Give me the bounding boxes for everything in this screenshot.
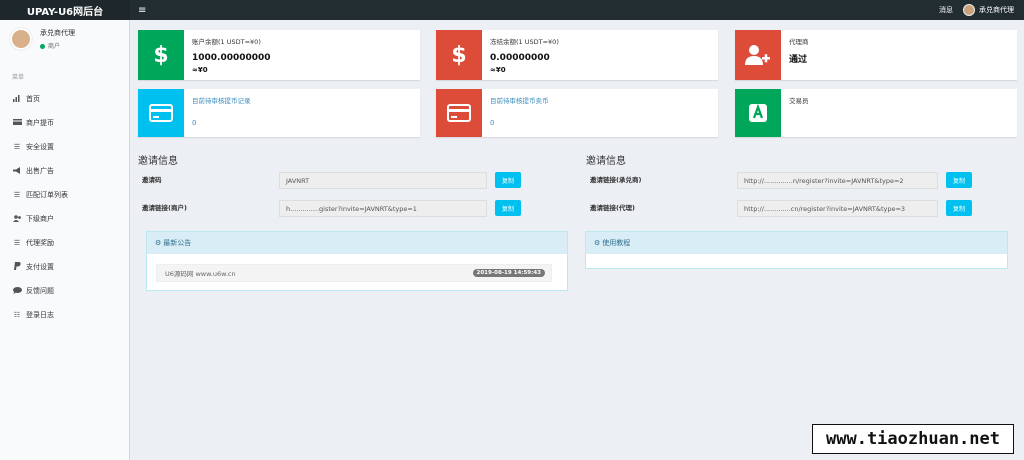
agent-link-label: 邀请链接(代理): [590, 204, 635, 212]
pending-sell-link[interactable]: 目前待审核提币卖币: [490, 95, 549, 105]
invite-code-field[interactable]: JAVNRT: [279, 172, 487, 189]
acceptor-link-label: 邀请链接(承兑商): [590, 176, 642, 184]
bar-chart-icon: [12, 94, 22, 104]
sidebar-item-security[interactable]: ☰ 安全设置: [0, 135, 129, 159]
announcement-title: 最新公告: [163, 239, 192, 247]
credit-card-icon: [436, 89, 482, 137]
comment-icon: [12, 286, 22, 296]
list-icon: ☰: [13, 239, 21, 247]
user-panel: 承兑商代理 商户: [0, 20, 129, 58]
users-icon: [12, 214, 22, 224]
sidebar: 承兑商代理 商户 菜单 首页 商户提币 ☰ 安全设置 出售广告 ☰ 匹配订单列表…: [0, 20, 130, 460]
sidebar-item-rewards[interactable]: ☰ 代理奖励: [0, 231, 129, 255]
trader-card[interactable]: 交易员: [735, 89, 1017, 137]
tutorial-header: ⚙ 使用教程: [586, 232, 1007, 254]
online-dot-icon: [40, 44, 45, 49]
credit-card-icon: [138, 89, 184, 137]
frozen-value: 0.00000000: [490, 53, 550, 63]
trader-icon: [735, 89, 781, 137]
card-icon: [12, 119, 22, 127]
frozen-card: $ 冻结余额(1 USDT=¥0) 0.00000000 ≈¥0: [436, 30, 718, 80]
invite-title-right: 邀请信息: [586, 156, 626, 167]
pending-withdraw-count: 0: [192, 119, 197, 127]
agent-card: 代理商 通过: [735, 30, 1017, 80]
avatar: [10, 28, 32, 50]
list-icon: ☰: [13, 191, 21, 199]
gears-icon: ⚙: [594, 239, 601, 247]
sidebar-item-label: 登录日志: [26, 311, 54, 319]
balance-label: 账户余额(1 USDT=¥0): [192, 38, 261, 46]
copy-invite-code-button[interactable]: 复制: [495, 172, 521, 188]
user-menu-name: 承兑商代理: [979, 6, 1014, 14]
sidebar-item-label: 支付设置: [26, 263, 54, 271]
pending-withdraw-link[interactable]: 目前待审核提币记录: [192, 95, 251, 105]
announcement-panel: ⚙ 最新公告 U6源码网 www.u6w.cn 2019-08-19 14:59:…: [146, 231, 568, 291]
acceptor-link-field[interactable]: http://..............n/register?invite=J…: [737, 172, 938, 189]
pending-sell-card[interactable]: 目前待审核提币卖币 0: [436, 89, 718, 137]
avatar: [963, 4, 975, 16]
paypal-icon: [12, 262, 22, 272]
pending-sell-count: 0: [490, 119, 495, 127]
sidebar-toggle-icon[interactable]: ≡: [138, 5, 146, 16]
watermark-text: www.tiaozhuan.net: [812, 424, 1014, 454]
copy-agent-link-button[interactable]: 复制: [946, 200, 972, 216]
sidebar-item-label: 下级商户: [26, 215, 54, 223]
balance-value: 1000.00000000: [192, 53, 271, 63]
sidebar-item-label: 匹配订单列表: [26, 191, 68, 199]
announcement-date-badge: 2019-08-19 14:59:43: [472, 269, 545, 277]
balance-cny: ≈¥0: [192, 66, 208, 74]
list-icon: ☷: [13, 311, 21, 319]
sidebar-item-withdraw[interactable]: 商户提币: [0, 111, 129, 135]
sidebar-item-label: 首页: [26, 95, 40, 103]
list-icon: ☰: [13, 143, 21, 151]
sidebar-item-label: 反馈问题: [26, 287, 54, 295]
menu-header: 菜单: [12, 74, 25, 81]
sidebar-item-label: 出售广告: [26, 167, 54, 175]
trader-label: 交易员: [789, 97, 809, 105]
announcement-text: U6源码网 www.u6w.cn: [165, 270, 236, 278]
copy-acceptor-link-button[interactable]: 复制: [946, 172, 972, 188]
app-logo[interactable]: UPAY-U6网后台: [0, 0, 130, 20]
frozen-label: 冻结余额(1 USDT=¥0): [490, 38, 559, 46]
navbar-right: 消息 承兑商代理: [939, 4, 1024, 16]
merchant-link-label: 邀请链接(商户): [142, 204, 187, 212]
sidebar-item-payment[interactable]: 支付设置: [0, 255, 129, 279]
pending-withdraw-card[interactable]: 目前待审核提币记录 0: [138, 89, 420, 137]
sidebar-item-sub-merchants[interactable]: 下级商户: [0, 207, 129, 231]
gears-icon: ⚙: [155, 239, 162, 247]
merchant-link-field[interactable]: h..............gister?invite=JAVNRT&type…: [279, 200, 487, 217]
user-menu[interactable]: 承兑商代理: [963, 4, 1014, 16]
agent-label: 代理商: [789, 38, 809, 46]
sidebar-item-label: 代理奖励: [26, 239, 54, 247]
tutorial-title: 使用教程: [602, 239, 631, 247]
frozen-cny: ≈¥0: [490, 66, 506, 74]
dollar-icon: $: [138, 30, 184, 80]
sidebar-item-login-log[interactable]: ☷ 登录日志: [0, 303, 129, 327]
sidebar-item-feedback[interactable]: 反馈问题: [0, 279, 129, 303]
agent-status: 通过: [789, 55, 808, 65]
agent-link-field[interactable]: http://.............cn/register?invite=J…: [737, 200, 938, 217]
announcement-item[interactable]: U6源码网 www.u6w.cn 2019-08-19 14:59:43: [156, 264, 552, 282]
invite-title-left: 邀请信息: [138, 156, 178, 167]
invite-code-label: 邀请码: [142, 176, 162, 184]
sidebar-item-label: 商户提币: [26, 119, 54, 127]
messages-link[interactable]: 消息: [939, 5, 953, 15]
announcement-header: ⚙ 最新公告: [147, 232, 567, 254]
user-name: 承兑商代理: [40, 29, 75, 37]
dollar-icon: $: [436, 30, 482, 80]
copy-merchant-link-button[interactable]: 复制: [495, 200, 521, 216]
sidebar-item-home[interactable]: 首页: [0, 87, 129, 111]
user-status: 商户: [40, 41, 75, 50]
sidebar-item-sell-ads[interactable]: 出售广告: [0, 159, 129, 183]
tutorial-panel: ⚙ 使用教程: [585, 231, 1008, 269]
sidebar-item-orders[interactable]: ☰ 匹配订单列表: [0, 183, 129, 207]
balance-card: $ 账户余额(1 USDT=¥0) 1000.00000000 ≈¥0: [138, 30, 420, 80]
user-plus-icon: [735, 30, 781, 80]
top-navbar: UPAY-U6网后台 ≡ 消息 承兑商代理: [0, 0, 1024, 20]
megaphone-icon: [12, 166, 22, 176]
sidebar-item-label: 安全设置: [26, 143, 54, 151]
